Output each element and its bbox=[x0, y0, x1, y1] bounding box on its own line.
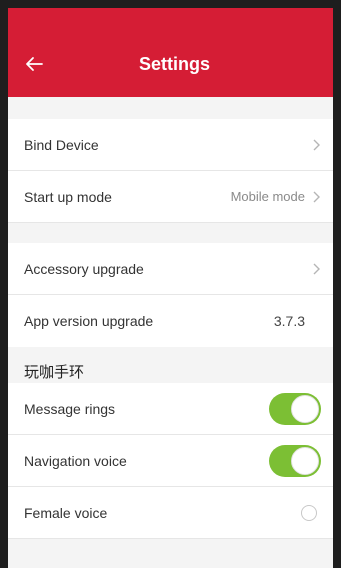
message-rings-label: Message rings bbox=[24, 400, 116, 417]
bind-device-label: Bind Device bbox=[24, 136, 99, 153]
female-voice-row[interactable]: Female voice bbox=[8, 487, 333, 539]
navigation-voice-label: Navigation voice bbox=[24, 452, 127, 469]
accessory-upgrade-row[interactable]: Accessory upgrade bbox=[8, 243, 333, 295]
startup-mode-value: Mobile mode bbox=[230, 189, 305, 204]
chevron-right-icon bbox=[313, 191, 320, 202]
app-version-value: 3.7.3 bbox=[273, 313, 305, 329]
chevron-right-icon bbox=[313, 263, 320, 274]
startup-mode-row[interactable]: Start up mode Mobile mode bbox=[8, 171, 333, 223]
bind-device-row[interactable]: Bind Device bbox=[8, 119, 333, 171]
settings-screen: Settings Bind Device Start up mode Mobil… bbox=[0, 0, 341, 568]
chevron-right-icon bbox=[313, 139, 320, 150]
startup-mode-label: Start up mode bbox=[24, 188, 112, 205]
navigation-voice-toggle[interactable] bbox=[269, 444, 321, 477]
accessory-upgrade-label: Accessory upgrade bbox=[24, 260, 144, 277]
page-title: Settings bbox=[138, 54, 210, 74]
app-version-label: App version upgrade bbox=[24, 313, 154, 329]
toggle-knob bbox=[291, 446, 319, 475]
navigation-voice-row: Navigation voice bbox=[8, 435, 333, 487]
message-rings-row: Message rings bbox=[8, 383, 333, 435]
section-title: 玩咖手环 bbox=[8, 347, 333, 383]
message-rings-toggle[interactable] bbox=[269, 392, 321, 425]
header-bar: Settings bbox=[8, 8, 333, 97]
female-voice-label: Female voice bbox=[24, 504, 108, 521]
app-version-row[interactable]: App version upgrade 3.7.3 bbox=[8, 295, 333, 347]
toggle-knob bbox=[291, 394, 319, 423]
female-voice-radio[interactable] bbox=[301, 504, 317, 521]
